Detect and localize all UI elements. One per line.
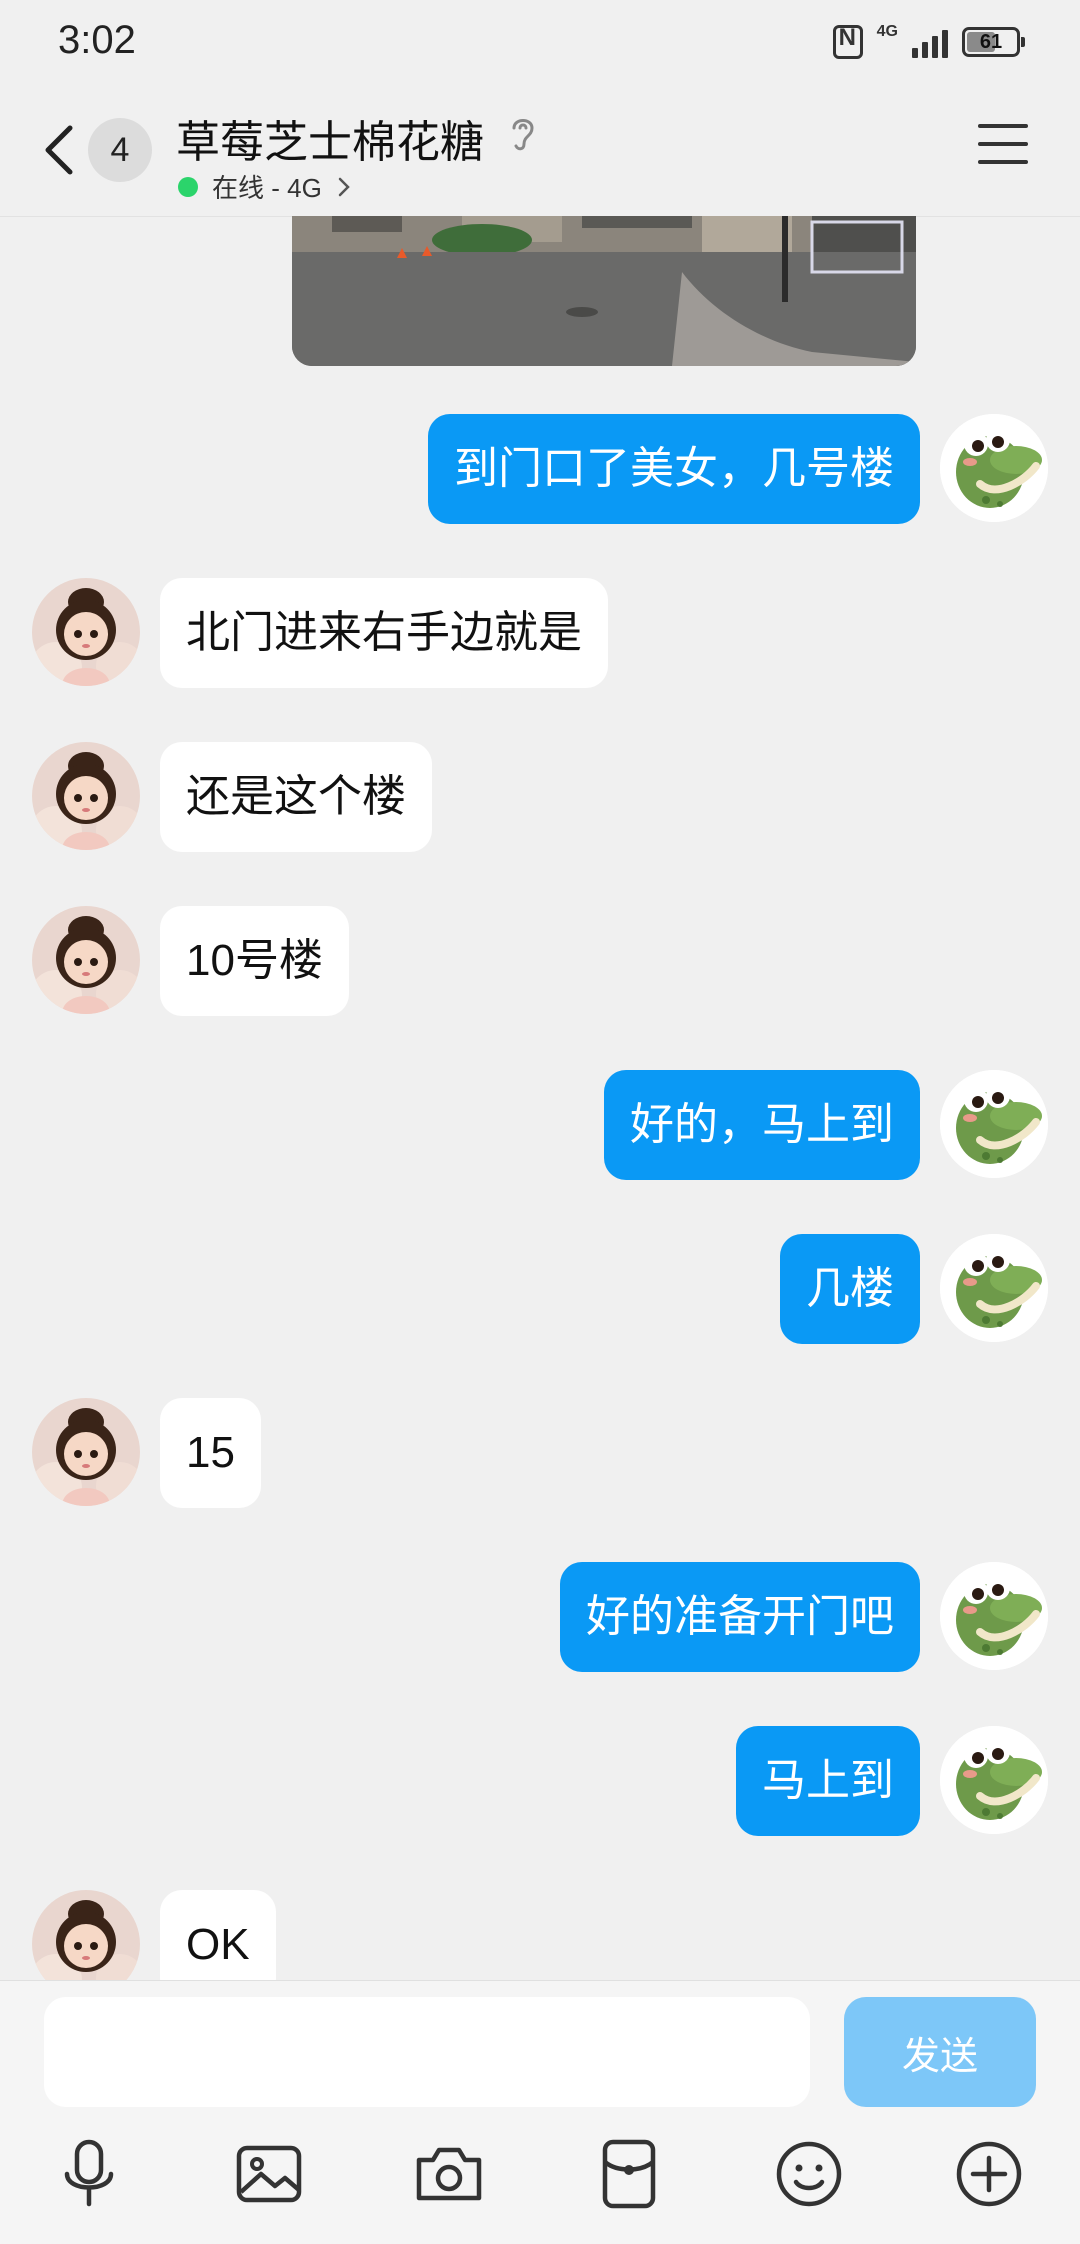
contact-avatar[interactable] bbox=[32, 1398, 140, 1506]
message-input[interactable] bbox=[44, 1997, 810, 2107]
status-time: 3:02 bbox=[58, 18, 136, 62]
signal-icon bbox=[912, 26, 948, 58]
outgoing-message-bubble[interactable]: 马上到 bbox=[736, 1726, 920, 1836]
my-avatar[interactable] bbox=[940, 1726, 1048, 1834]
incoming-message-bubble[interactable]: 10号楼 bbox=[160, 906, 349, 1016]
contact-avatar[interactable] bbox=[32, 1890, 140, 1980]
outgoing-message-row: 好的，马上到 bbox=[0, 1070, 1080, 1180]
online-status-row[interactable]: 在线 - 4G bbox=[178, 168, 352, 205]
street-photo-image bbox=[292, 216, 916, 366]
composer-bar: 发送 bbox=[0, 1980, 1080, 2244]
outgoing-message-bubble[interactable]: 到门口了美女，几号楼 bbox=[428, 414, 920, 524]
chat-screen: 3:02 4G 61 4 草莓芝士棉花糖 在线 - 4G bbox=[0, 0, 1080, 2244]
outgoing-message-bubble[interactable]: 好的准备开门吧 bbox=[560, 1562, 920, 1672]
contact-avatar[interactable] bbox=[32, 906, 140, 1014]
image-icon[interactable] bbox=[229, 2134, 309, 2214]
my-avatar[interactable] bbox=[940, 1562, 1048, 1670]
menu-icon[interactable] bbox=[978, 124, 1028, 168]
back-arrow-icon[interactable] bbox=[36, 120, 86, 180]
photo-message[interactable] bbox=[292, 216, 916, 366]
outgoing-message-row: 几楼 bbox=[0, 1234, 1080, 1344]
battery-icon: 61 bbox=[962, 27, 1025, 57]
contact-name[interactable]: 草莓芝士棉花糖 bbox=[176, 106, 484, 170]
incoming-message-row: 北门进来右手边就是 bbox=[0, 578, 1080, 688]
contact-avatar[interactable] bbox=[32, 578, 140, 686]
online-status-text: 在线 - 4G bbox=[212, 173, 322, 203]
incoming-message-bubble[interactable]: 15 bbox=[160, 1398, 261, 1508]
composer-toolbar bbox=[0, 2119, 1080, 2229]
nfc-icon bbox=[832, 24, 863, 59]
outgoing-message-row: 到门口了美女，几号楼 bbox=[0, 414, 1080, 524]
microphone-icon[interactable] bbox=[49, 2134, 129, 2214]
my-avatar[interactable] bbox=[940, 414, 1048, 522]
camera-icon[interactable] bbox=[409, 2134, 489, 2214]
my-avatar[interactable] bbox=[940, 1234, 1048, 1342]
online-dot-icon bbox=[178, 176, 198, 197]
network-type: 4G bbox=[876, 23, 898, 40]
incoming-message-bubble[interactable]: 还是这个楼 bbox=[160, 742, 432, 852]
ear-icon[interactable] bbox=[508, 114, 538, 154]
battery-level: 61 bbox=[979, 30, 1003, 53]
plus-icon[interactable] bbox=[949, 2134, 1029, 2214]
outgoing-message-bubble[interactable]: 几楼 bbox=[780, 1234, 920, 1344]
contact-avatar[interactable] bbox=[32, 742, 140, 850]
status-bar: 3:02 4G 61 bbox=[0, 0, 1080, 84]
unread-count-badge[interactable]: 4 bbox=[88, 118, 152, 182]
status-icons: 4G 61 bbox=[832, 20, 1025, 64]
emoji-icon[interactable] bbox=[769, 2134, 849, 2214]
chat-header: 4 草莓芝士棉花糖 在线 - 4G bbox=[0, 84, 1080, 217]
red-packet-icon[interactable] bbox=[589, 2134, 669, 2214]
my-avatar[interactable] bbox=[940, 1070, 1048, 1178]
send-button[interactable]: 发送 bbox=[844, 1997, 1036, 2107]
incoming-message-row: 10号楼 bbox=[0, 906, 1080, 1016]
outgoing-message-row: 马上到 bbox=[0, 1726, 1080, 1836]
incoming-message-bubble[interactable]: 北门进来右手边就是 bbox=[160, 578, 608, 688]
outgoing-message-bubble[interactable]: 好的，马上到 bbox=[604, 1070, 920, 1180]
chevron-right-icon bbox=[338, 177, 350, 196]
incoming-message-row: 还是这个楼 bbox=[0, 742, 1080, 852]
incoming-message-row: OK bbox=[0, 1890, 1080, 1980]
incoming-message-bubble[interactable]: OK bbox=[160, 1890, 276, 1980]
incoming-message-row: 15 bbox=[0, 1398, 1080, 1508]
outgoing-message-row: 好的准备开门吧 bbox=[0, 1562, 1080, 1672]
message-list[interactable]: 到门口了美女，几号楼 北门进来右手边就是 还是这个楼 10号楼 好的，马上到 几… bbox=[0, 216, 1080, 1980]
